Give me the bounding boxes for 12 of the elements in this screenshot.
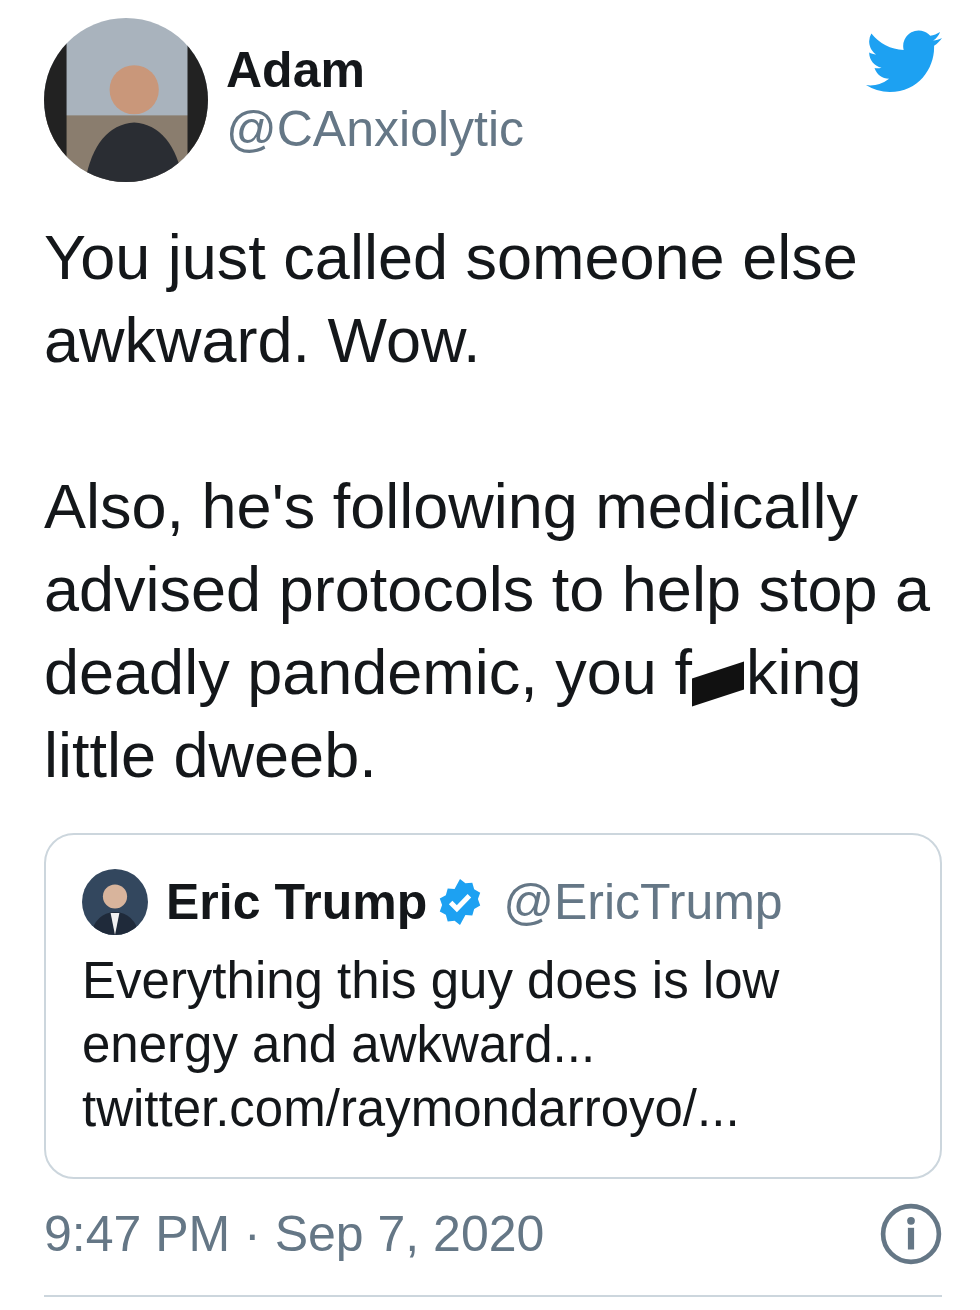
timestamp[interactable]: 9:47 PM · Sep 7, 2020 xyxy=(44,1205,545,1263)
tweet-text: You just called someone else awkward. Wow. xyxy=(44,221,859,377)
info-icon[interactable] xyxy=(880,1203,942,1265)
quoted-author-name: Eric Trump xyxy=(166,873,428,931)
bird-icon[interactable] xyxy=(866,30,942,94)
quoted-author-handle: @EricTrump xyxy=(503,873,783,931)
quoted-tweet-text: Everything this guy does is low energy and awkward... xyxy=(82,951,781,1075)
quoted-link[interactable]: twitter.com/raymondarroyo/... xyxy=(82,1077,904,1141)
author-handle[interactable]: @CAnxiolytic xyxy=(226,98,525,160)
tweet-text: Also, he's following medically advised protocols to help stop a deadly pandemic, you f king little dweeb. xyxy=(44,470,932,792)
author-name[interactable]: Adam xyxy=(226,42,525,98)
quoted-tweet-card[interactable]: Eric Trump @EricTrump Everything this guy does is low energy and awkward... twitter.com/raymondarroyo/... xyxy=(44,833,942,1179)
